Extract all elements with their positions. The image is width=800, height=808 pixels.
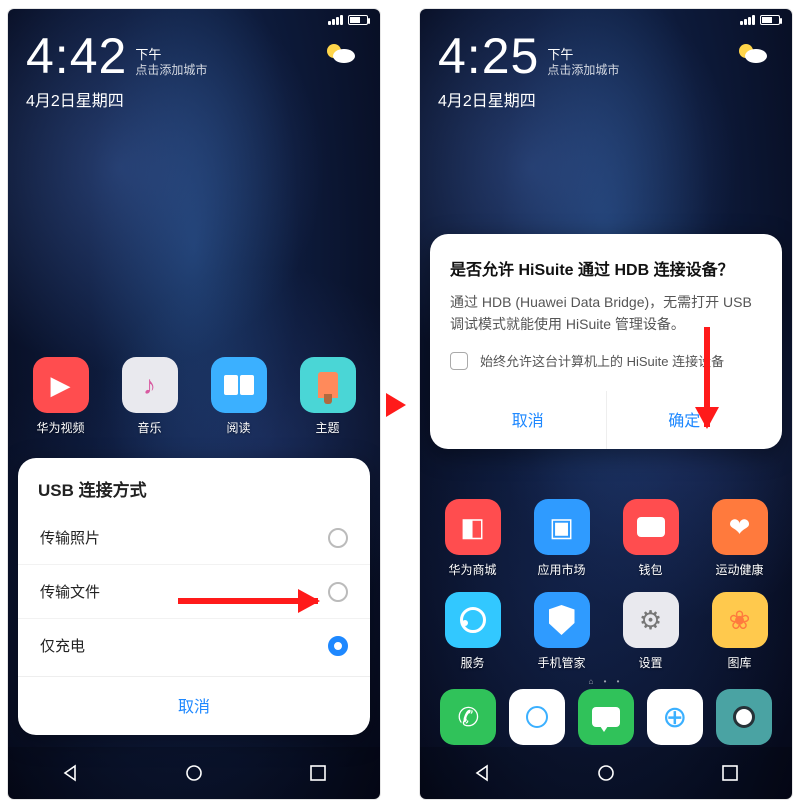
app-row: 服务 手机管家 ⚙设置 ❀图库 bbox=[420, 592, 792, 671]
app-phone-manager[interactable]: 手机管家 bbox=[532, 592, 592, 671]
app-reader[interactable]: 阅读 bbox=[209, 357, 269, 436]
weather-icon[interactable] bbox=[320, 39, 358, 72]
checkbox-icon bbox=[450, 352, 468, 370]
city-hint: 点击添加城市 bbox=[135, 63, 207, 79]
phone-left: 4:42 下午 点击添加城市 4月2日星期四 ▶ 华为视频 ♪ 音乐 阅读 主题 bbox=[8, 9, 380, 799]
dock-camera[interactable] bbox=[714, 689, 774, 745]
nav-back-button[interactable] bbox=[471, 762, 493, 784]
dock-browser[interactable]: ⊕ bbox=[645, 689, 705, 745]
radio-icon bbox=[328, 528, 348, 548]
nav-home-button[interactable] bbox=[183, 762, 205, 784]
nav-back-button[interactable] bbox=[59, 762, 81, 784]
shield-icon bbox=[549, 605, 575, 635]
gear-icon: ⚙ bbox=[639, 605, 662, 636]
usb-connection-sheet: USB 连接方式 传输照片 传输文件 仅充电 取消 bbox=[18, 458, 370, 735]
brush-icon bbox=[318, 372, 338, 398]
dialog-body: 通过 HDB (Huawei Data Bridge)，无需打开 USB 调试模… bbox=[450, 292, 762, 335]
app-music[interactable]: ♪ 音乐 bbox=[120, 357, 180, 436]
app-gallery[interactable]: ❀图库 bbox=[710, 592, 770, 671]
page-indicator: ⌂ • • bbox=[420, 677, 792, 686]
ampm-text: 下午 bbox=[547, 47, 619, 64]
date-text: 4月2日星期四 bbox=[420, 87, 792, 111]
nav-bar bbox=[8, 747, 380, 799]
book-icon bbox=[224, 375, 254, 395]
option-transfer-photos[interactable]: 传输照片 bbox=[18, 511, 370, 564]
dock-contacts[interactable] bbox=[507, 689, 567, 745]
app-wallet[interactable]: 钱包 bbox=[621, 499, 681, 578]
always-allow-checkbox-row[interactable]: 始终允许这台计算机上的 HiSuite 连接设备 bbox=[450, 351, 762, 370]
dock-messages[interactable] bbox=[576, 689, 636, 745]
phone-right: 4:25 下午 点击添加城市 4月2日星期四 是否允许 HiSuite 通过 H… bbox=[420, 9, 792, 799]
nav-bar bbox=[420, 747, 792, 799]
weather-icon[interactable] bbox=[732, 39, 770, 72]
app-huawei-video[interactable]: ▶ 华为视频 bbox=[31, 357, 91, 436]
hdb-permission-dialog: 是否允许 HiSuite 通过 HDB 连接设备？ 通过 HDB (Huawei… bbox=[430, 234, 782, 449]
date-text: 4月2日星期四 bbox=[8, 87, 380, 111]
time-text: 4:42 bbox=[26, 27, 127, 85]
nav-home-button[interactable] bbox=[595, 762, 617, 784]
dialog-actions: 取消 确定 bbox=[450, 390, 762, 449]
option-charge-only[interactable]: 仅充电 bbox=[18, 618, 370, 672]
music-icon: ♪ bbox=[143, 370, 156, 401]
dock: ✆ ⊕ bbox=[420, 689, 792, 745]
nav-recent-button[interactable] bbox=[719, 762, 741, 784]
app-row: ◧华为商城 ▣应用市场 钱包 ❤运动健康 bbox=[420, 499, 792, 578]
dialog-cancel-button[interactable]: 取消 bbox=[450, 391, 607, 449]
play-icon: ▶ bbox=[51, 370, 71, 401]
sheet-cancel-button[interactable]: 取消 bbox=[18, 676, 370, 735]
time-text: 4:25 bbox=[438, 27, 539, 85]
radio-selected-icon bbox=[328, 636, 348, 656]
option-transfer-files[interactable]: 传输文件 bbox=[18, 564, 370, 618]
nav-recent-button[interactable] bbox=[307, 762, 329, 784]
radio-icon bbox=[328, 582, 348, 602]
app-vmall[interactable]: ◧华为商城 bbox=[443, 499, 503, 578]
checkbox-label: 始终允许这台计算机上的 HiSuite 连接设备 bbox=[480, 351, 724, 370]
dialog-confirm-button[interactable]: 确定 bbox=[607, 391, 763, 449]
app-appgallery[interactable]: ▣应用市场 bbox=[532, 499, 592, 578]
app-row: ▶ 华为视频 ♪ 音乐 阅读 主题 bbox=[8, 357, 380, 436]
sheet-title: USB 连接方式 bbox=[18, 476, 370, 511]
flow-arrow-icon bbox=[386, 393, 406, 413]
dialog-title: 是否允许 HiSuite 通过 HDB 连接设备？ bbox=[450, 256, 762, 280]
app-settings[interactable]: ⚙设置 bbox=[621, 592, 681, 671]
ampm-text: 下午 bbox=[135, 47, 207, 64]
app-services[interactable]: 服务 bbox=[443, 592, 503, 671]
city-hint: 点击添加城市 bbox=[547, 63, 619, 79]
dock-phone[interactable]: ✆ bbox=[438, 689, 498, 745]
app-themes[interactable]: 主题 bbox=[298, 357, 358, 436]
app-health[interactable]: ❤运动健康 bbox=[710, 499, 770, 578]
